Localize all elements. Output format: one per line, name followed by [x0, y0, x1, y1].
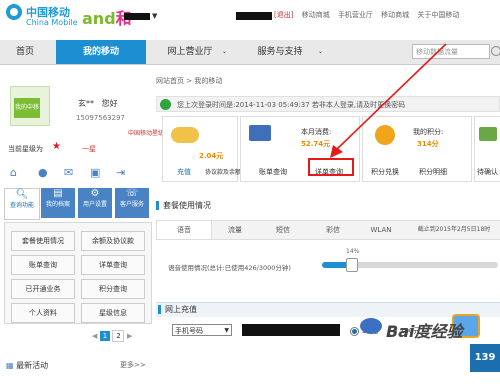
tab-customer-service-label: 客户服务: [119, 201, 144, 208]
coins-icon: [171, 127, 199, 143]
top-link-about[interactable]: 关于中国移动: [417, 10, 459, 20]
exit-icon[interactable]: ⇥: [116, 166, 125, 179]
btn-package-usage[interactable]: 套餐使用情况: [11, 231, 75, 251]
prev-page-icon[interactable]: ◀: [92, 332, 97, 340]
watermark-text: Bai度经验: [386, 322, 463, 341]
nav-my-mobile[interactable]: 我的移动: [56, 40, 146, 64]
nav-home[interactable]: 首页: [0, 40, 50, 64]
breadcrumb-sep: >: [186, 77, 193, 85]
star-label: 当前星级为: [8, 145, 43, 153]
top-link-mobile-hall[interactable]: 手机营业厅: [338, 10, 373, 20]
btn-star-info[interactable]: 星级信息: [81, 303, 145, 323]
avatar-tag: 我的中移: [14, 98, 40, 118]
headset-icon: ☏: [125, 188, 139, 199]
user-name: 玄** 您好: [78, 99, 118, 108]
tab-mms[interactable]: 彩信: [309, 221, 357, 239]
star-icon: ★: [52, 141, 61, 152]
usage-section-title: 套餐使用情况: [156, 200, 211, 214]
briefcase-icon: ▤: [53, 188, 63, 199]
left-tabs: 🔍︎ 查询功能 ▤ 我的档案 ⚙ 用户设置 ☏ 客户服务: [4, 188, 150, 220]
top-header: 中国移动 China Mobile and和 ▼ [退出] 移动商城 手机营业厅…: [0, 0, 500, 41]
star-value: 一星: [82, 145, 96, 153]
points-exchange-button[interactable]: 积分兑换: [371, 167, 399, 177]
usage-tabs: 语音 流量 短信 彩信 WLAN 截止到2015年2月5日18时: [156, 220, 500, 240]
btn-personal-info[interactable]: 个人资料: [11, 303, 75, 323]
tab-wlan[interactable]: WLAN: [359, 221, 403, 239]
tab-archive[interactable]: ▤ 我的档案: [41, 188, 75, 218]
bill-query-button[interactable]: 账单查询: [259, 167, 287, 177]
pagination: ◀ 1 2 ▶: [92, 330, 132, 342]
btn-detail-query[interactable]: 详单查询: [81, 255, 145, 275]
tab-user-settings-label: 用户设置: [82, 201, 107, 208]
amount-50-radio[interactable]: [350, 327, 359, 336]
top-link-mall-2[interactable]: 移动商城: [381, 10, 409, 20]
home-icon[interactable]: ⌂: [10, 166, 17, 179]
user-icon[interactable]: ●: [38, 166, 48, 179]
query-function-panel: 套餐使用情况 余额及协议款 账单查询 详单查询 已开通业务 积分查询 个人资料 …: [4, 222, 152, 324]
mail-icon[interactable]: ✉: [64, 166, 73, 179]
recharge-section-header: 网上充值: [156, 302, 500, 317]
points-detail-button[interactable]: 积分明细: [419, 167, 447, 177]
top-link-mall[interactable]: 移动商城: [302, 10, 330, 20]
tab-user-settings[interactable]: ⚙ 用户设置: [78, 188, 112, 218]
phone-icon: [479, 127, 497, 141]
quick-icon-row: ⌂ ● ✉ ▣ ⇥: [4, 164, 150, 184]
info-icon: [160, 99, 171, 110]
top-links: [退出] 移动商城 手机营业厅 移动商城 关于中国移动: [274, 10, 465, 20]
recharge-button[interactable]: 充值: [177, 167, 191, 177]
chevron-down-icon: ⌄: [222, 48, 228, 55]
usage-date: 截止到2015年2月5日18时: [417, 226, 491, 233]
tab-archive-label: 我的档案: [45, 201, 70, 208]
user-phone: 15097563297: [76, 114, 125, 122]
tab-voice[interactable]: 语音: [157, 221, 212, 239]
annotation-arrow: [330, 43, 447, 158]
gear-icon: ⚙: [90, 188, 100, 199]
agreement-balance-button[interactable]: 协议款及余额: [205, 167, 241, 176]
pending-confirm-button[interactable]: 待确认: [477, 167, 498, 177]
tab-query-label: 查询功能: [9, 202, 34, 209]
btn-balance[interactable]: 余额及协议款: [81, 231, 145, 251]
cart-icon[interactable]: ▣: [90, 166, 100, 179]
search-icon: 🔍︎: [15, 189, 29, 200]
grid-icon: ▦: [6, 361, 14, 370]
balance-card: 2.04元 充值 协议款及余额: [162, 116, 241, 182]
breadcrumb-home[interactable]: 网站首页: [156, 77, 184, 85]
usage-progress-knob[interactable]: [346, 258, 358, 272]
phone-number-select-label: 手机号码: [175, 327, 203, 335]
breadcrumb: 网站首页 > 我的移动: [156, 76, 222, 86]
search-icon[interactable]: [491, 46, 500, 56]
breadcrumb-current: 我的移动: [194, 77, 223, 85]
btn-opened-services[interactable]: 已开通业务: [11, 279, 75, 299]
tab-data[interactable]: 流量: [213, 221, 257, 239]
chevron-down-icon: ▼: [224, 327, 229, 334]
redacted-phone-input[interactable]: [242, 324, 340, 336]
nav-online-hall[interactable]: 网上营业厅: [150, 40, 230, 64]
chevron-down-icon[interactable]: ▼: [152, 12, 157, 20]
usage-percent: 14%: [346, 248, 360, 255]
tab-customer-service[interactable]: ☏ 客户服务: [115, 188, 149, 218]
balance-value: 2.04元: [199, 152, 224, 160]
page-2[interactable]: 2: [112, 330, 125, 342]
tab-query[interactable]: 🔍︎ 查询功能: [4, 188, 40, 220]
page-1[interactable]: 1: [99, 331, 110, 341]
brand-name-en: China Mobile: [26, 18, 78, 27]
phone-number-select[interactable]: 手机号码 ▼: [172, 324, 232, 336]
redacted-block: [124, 13, 150, 20]
btn-bill-query[interactable]: 账单查询: [11, 255, 75, 275]
voice-usage-label: 语音使用情况(总计:已使用426/3000分钟): [168, 264, 291, 272]
btn-points-query[interactable]: 积分查询: [81, 279, 145, 299]
tab-sms[interactable]: 短信: [259, 221, 307, 239]
next-page-icon[interactable]: ▶: [127, 332, 132, 340]
china-mobile-logo-icon[interactable]: [6, 4, 22, 20]
baidu-paw-icon: [360, 318, 382, 334]
latest-activity-title: ▦ 最新活动: [6, 361, 49, 370]
redacted-block: [236, 12, 272, 20]
wallet-icon: [249, 125, 271, 141]
badge-139[interactable]: 139: [470, 344, 500, 372]
recharge-section-title: 网上充值: [165, 305, 197, 314]
pending-card: 待确认: [474, 116, 500, 182]
more-link[interactable]: 更多>>: [120, 360, 146, 370]
logout-link[interactable]: [退出]: [274, 10, 293, 20]
